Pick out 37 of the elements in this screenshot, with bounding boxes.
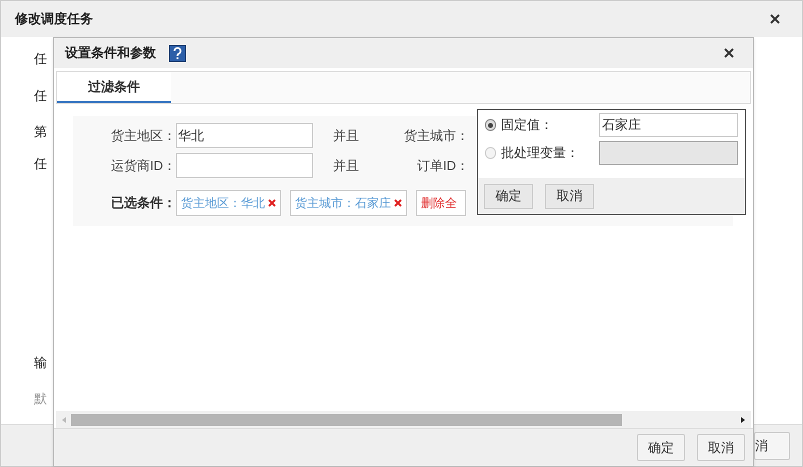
text-field[interactable] — [176, 153, 313, 178]
text-field[interactable]: 石家庄 — [599, 113, 738, 137]
delete-all-button[interactable]: 删除全 — [416, 190, 466, 216]
field-label: 运货商ID： — [110, 156, 176, 175]
close-icon[interactable] — [724, 48, 734, 58]
cancel-button[interactable]: 消 — [754, 432, 790, 460]
field-label: 输 — [34, 354, 47, 371]
popup-button[interactable]: 取消 — [545, 184, 594, 208]
tab[interactable]: 过滤条件 — [57, 72, 171, 103]
popup-button[interactable]: 确定 — [484, 184, 533, 208]
dialog-title: 设置条件和参数 — [65, 44, 156, 62]
field-label: 订单ID： — [416, 156, 469, 175]
option-label: 固定值： — [500, 116, 554, 134]
tag-text: 货主地区：华北 — [181, 195, 265, 212]
tag-text: 货主城市：石家庄 — [295, 195, 391, 212]
window-title: 修改调度任务 — [15, 10, 93, 28]
field-label: 默 — [34, 390, 47, 407]
field-label: 已选条件： — [110, 194, 176, 212]
scroll-thumb[interactable] — [71, 414, 622, 426]
dialog-button[interactable]: 确定 — [637, 434, 685, 461]
connector-label: 并且 — [333, 156, 360, 175]
field-label: 第 — [34, 123, 47, 140]
field-label: 货主城市： — [403, 126, 469, 145]
horizontal-scrollbar[interactable] — [56, 411, 751, 428]
field-label: 任 — [34, 155, 47, 172]
connector-label: 并且 — [333, 126, 360, 145]
field-label: 任 — [34, 87, 47, 104]
field-label: 货主地区： — [110, 126, 176, 145]
option-label: 批处理变量： — [500, 144, 580, 162]
help-icon[interactable] — [169, 44, 186, 62]
close-icon[interactable] — [770, 14, 780, 24]
dialog-button[interactable]: 取消 — [697, 434, 745, 461]
remove-icon[interactable] — [394, 199, 402, 207]
radio-button[interactable] — [485, 119, 496, 131]
field-label: 任 — [34, 50, 47, 67]
text-field[interactable]: 华北 — [176, 123, 313, 148]
remove-icon[interactable] — [268, 199, 276, 207]
